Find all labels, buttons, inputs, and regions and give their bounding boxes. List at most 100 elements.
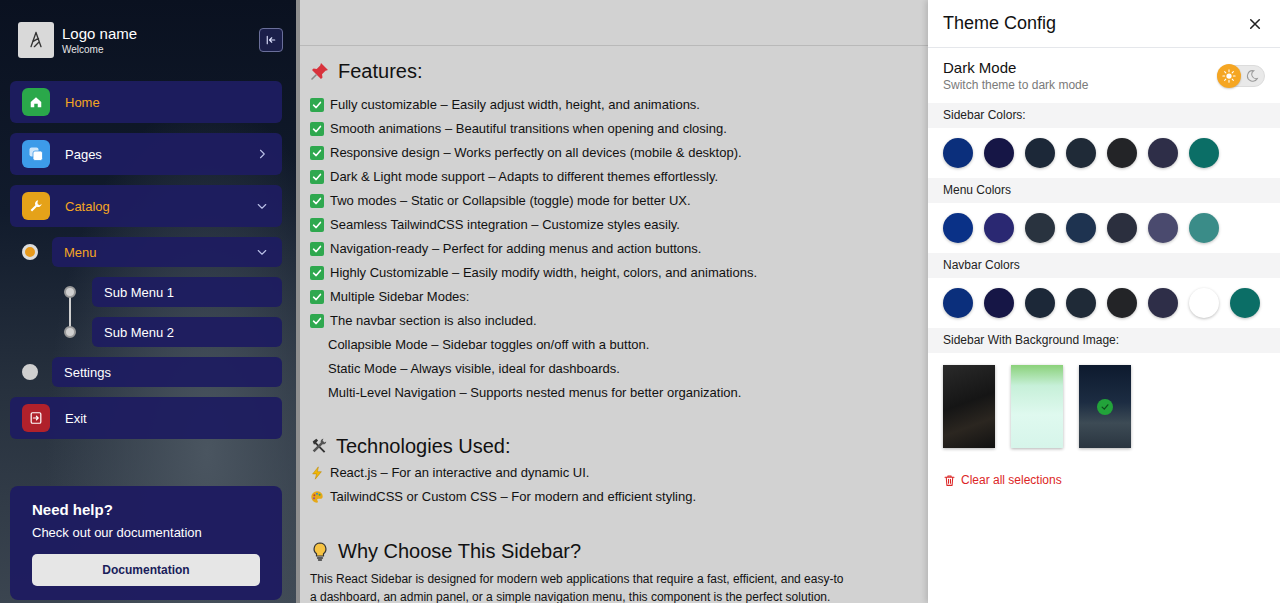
sidebar-item[interactable]: Exit xyxy=(10,397,282,439)
feature-text: Static Mode – Always visible, ideal for … xyxy=(328,357,620,381)
feature-item: The navbar section is also included. xyxy=(310,309,928,333)
check-icon xyxy=(311,195,323,207)
item-label: Menu xyxy=(64,245,256,260)
color-swatch[interactable] xyxy=(1066,288,1096,318)
color-swatch[interactable] xyxy=(984,288,1014,318)
color-swatch[interactable] xyxy=(1066,213,1096,243)
item-label: Sub Menu 1 xyxy=(104,285,268,300)
trash-icon xyxy=(943,474,956,487)
logo-text: Logo nameWelcome xyxy=(62,24,251,56)
clear-label: Clear all selections xyxy=(961,473,1062,487)
sidebar-header: Logo nameWelcome xyxy=(0,0,296,58)
color-swatch[interactable] xyxy=(1025,288,1055,318)
feature-text: Dark & Light mode support – Adapts to di… xyxy=(330,165,718,189)
color-swatches xyxy=(928,278,1280,328)
color-swatch[interactable] xyxy=(1230,288,1260,318)
color-swatch[interactable] xyxy=(1189,213,1219,243)
background-thumbnail[interactable] xyxy=(943,365,995,448)
feature-item: Collapsible Mode – Sidebar toggles on/of… xyxy=(310,333,928,357)
color-swatch[interactable] xyxy=(1189,288,1219,318)
documentation-button[interactable]: Documentation xyxy=(32,554,260,586)
logo[interactable] xyxy=(18,22,54,58)
technology-text: React.js – For an interactive and dynami… xyxy=(330,461,589,485)
color-swatch[interactable] xyxy=(1107,138,1137,168)
collapse-button[interactable] xyxy=(259,28,283,52)
moon-icon xyxy=(1245,69,1259,83)
tree-column xyxy=(10,317,92,347)
technology-item: React.js – For an interactive and dynami… xyxy=(310,461,928,485)
feature-item: Two modes – Static or Collapsible (toggl… xyxy=(310,189,928,213)
color-swatch[interactable] xyxy=(984,138,1014,168)
paragraph-line: a dashboard, an admin panel, or a simple… xyxy=(310,588,928,603)
sidebar-subitem-row: Sub Menu 1 xyxy=(0,277,282,307)
collapse-icon xyxy=(265,34,277,46)
color-swatch[interactable] xyxy=(1148,138,1178,168)
item-icon-box xyxy=(22,192,50,220)
sidebar-item[interactable]: Catalog xyxy=(10,185,282,227)
item-icon-box xyxy=(22,404,50,432)
sidebar-item[interactable]: Pages xyxy=(10,133,282,175)
feature-text: Navigation-ready – Perfect for adding me… xyxy=(330,237,701,261)
check-icon xyxy=(311,267,323,279)
color-swatch[interactable] xyxy=(1066,138,1096,168)
sun-icon xyxy=(1222,69,1236,83)
color-swatch[interactable] xyxy=(1148,288,1178,318)
check-box xyxy=(310,290,324,304)
sidebar-subitem[interactable]: Menu xyxy=(52,237,282,267)
toggle-knob xyxy=(1217,64,1241,88)
dark-mode-text: Dark ModeSwitch theme to dark mode xyxy=(943,59,1088,93)
sidebar-subitem[interactable]: Settings xyxy=(52,357,282,387)
tree-dot xyxy=(22,364,38,380)
check-box xyxy=(310,266,324,280)
color-swatch[interactable] xyxy=(943,213,973,243)
dark-mode-toggle[interactable] xyxy=(1217,65,1265,87)
panel-header: Theme Config xyxy=(928,0,1280,48)
background-thumbnail[interactable] xyxy=(1079,365,1131,448)
tree-dot xyxy=(64,326,76,338)
theme-config-panel: Theme Config Dark ModeSwitch theme to dar… xyxy=(928,0,1280,603)
item-label: Exit xyxy=(65,411,268,426)
feature-item: Seamless TailwindCSS integration – Custo… xyxy=(310,213,928,237)
palette-icon xyxy=(310,490,324,504)
color-swatch[interactable] xyxy=(1025,213,1055,243)
item-label: Sub Menu 2 xyxy=(104,325,268,340)
sidebar-subitem[interactable]: Sub Menu 1 xyxy=(92,277,282,307)
logo-icon xyxy=(26,30,46,50)
chevron-icon xyxy=(256,148,268,160)
color-swatch[interactable] xyxy=(1107,288,1137,318)
feature-item: Multi-Level Navigation – Supports nested… xyxy=(310,381,928,405)
feature-item: Smooth animations – Beautiful transition… xyxy=(310,117,928,141)
color-swatch[interactable] xyxy=(943,138,973,168)
check-icon xyxy=(311,99,323,111)
check-icon xyxy=(311,171,323,183)
sidebar-item[interactable]: Home xyxy=(10,81,282,123)
dark-mode-row: Dark ModeSwitch theme to dark mode xyxy=(928,48,1280,103)
color-swatch[interactable] xyxy=(1148,213,1178,243)
sidebar-subitem-row: Settings xyxy=(0,357,282,387)
background-thumbnail[interactable] xyxy=(1011,365,1063,448)
color-swatch[interactable] xyxy=(1025,138,1055,168)
background-images xyxy=(928,353,1280,448)
color-swatch[interactable] xyxy=(943,288,973,318)
feature-text: Highly Customizable – Easily modify widt… xyxy=(330,261,757,285)
wrench-icon xyxy=(29,199,43,213)
color-swatch[interactable] xyxy=(1107,213,1137,243)
close-button[interactable] xyxy=(1245,14,1265,34)
feature-item: Navigation-ready – Perfect for adding me… xyxy=(310,237,928,261)
technology-item: TailwindCSS or Custom CSS – For modern a… xyxy=(310,485,928,509)
color-swatch[interactable] xyxy=(984,213,1014,243)
check-box xyxy=(310,98,324,112)
tree-column xyxy=(10,237,52,267)
pages-icon xyxy=(28,146,44,162)
color-swatch[interactable] xyxy=(1189,138,1219,168)
clear-selections-button[interactable]: Clear all selections xyxy=(940,471,1065,489)
item-label: Catalog xyxy=(65,199,241,214)
feature-text: Two modes – Static or Collapsible (toggl… xyxy=(330,189,691,213)
tree-column xyxy=(10,357,52,387)
feature-item: Responsive design – Works perfectly on a… xyxy=(310,141,928,165)
sidebar-subitem[interactable]: Sub Menu 2 xyxy=(92,317,282,347)
color-swatches xyxy=(928,128,1280,178)
selected-check-icon xyxy=(1097,399,1113,415)
dark-mode-label: Dark Mode xyxy=(943,59,1088,77)
tree-column xyxy=(10,277,92,307)
